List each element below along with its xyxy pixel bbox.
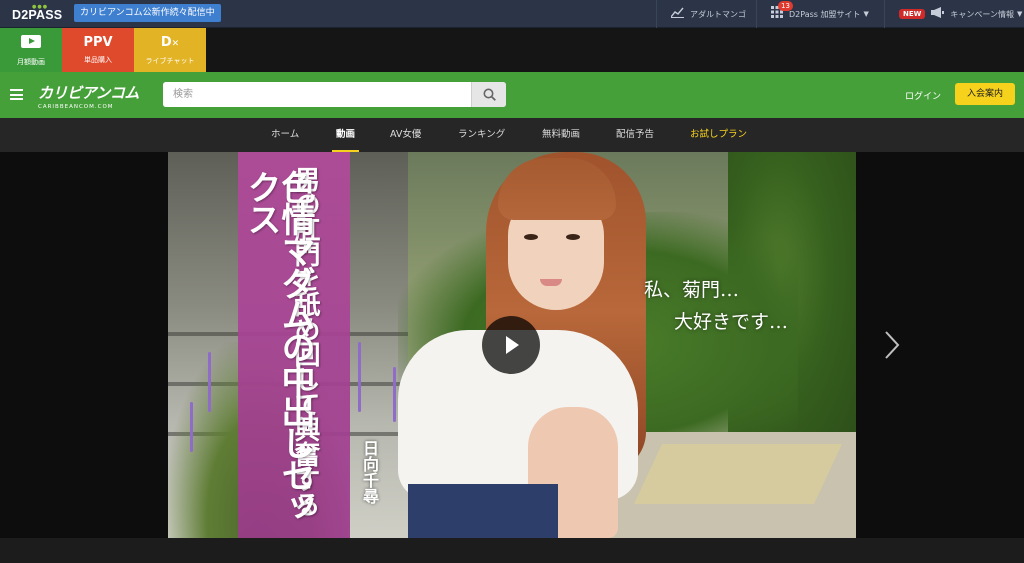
hero-title-line2: 色情マダムの中出しセックス (241, 170, 315, 522)
tile-label: ライブチャット (145, 57, 195, 65)
tile-monthly-videos[interactable]: 月額動画 (0, 28, 62, 72)
play-button[interactable] (482, 316, 540, 374)
category-tiles: 月額動画 PPV 単品購入 D✕ ライブチャット (0, 28, 1024, 72)
search-button[interactable] (471, 82, 506, 107)
tile-label: 単品購入 (84, 56, 112, 64)
next-slide-button[interactable] (880, 328, 902, 362)
tab-videos[interactable]: 動画 (331, 118, 360, 152)
adult-mango-label: アダルトマンゴ (690, 9, 746, 19)
notification-badge: 13 (778, 1, 793, 11)
new-tag: NEW (899, 9, 926, 19)
hero-side-caption: 私、菊門… 大好きです… (644, 279, 789, 334)
tab-free-videos[interactable]: 無料動画 (542, 118, 580, 152)
grid-icon: 13 (771, 1, 793, 22)
tile-live-chat[interactable]: D✕ ライブチャット (134, 28, 206, 72)
brand-domain: CARIBBEANCOM.COM (38, 104, 114, 110)
main-nav: ホーム 動画 AV女優 ランキング 無料動画 配信予告 お試しプラン (0, 118, 1024, 152)
menu-icon[interactable] (10, 89, 23, 100)
d2pass-logo[interactable]: ●●● D2PASS (12, 4, 64, 24)
hero-banner[interactable]: 男の肛門を舐め回して興奮する 色情マダムの中出しセックス 日向千尋 私、菊門… … (168, 152, 856, 538)
login-link[interactable]: ログイン (905, 89, 941, 102)
megaphone-icon (931, 6, 945, 22)
content-strip (0, 538, 1024, 563)
search-box (163, 82, 506, 107)
tile-ppv[interactable]: PPV 単品購入 (62, 28, 134, 72)
tab-trial-plan[interactable]: お試しプラン (690, 118, 747, 152)
search-input[interactable] (163, 82, 471, 107)
play-icon (0, 35, 62, 53)
tile-label: 月額動画 (17, 58, 45, 66)
chevron-down-icon: ▼ (1016, 10, 1023, 18)
tab-upcoming[interactable]: 配信予告 (616, 118, 654, 152)
search-icon (483, 88, 496, 101)
tab-av-actresses[interactable]: AV女優 (390, 118, 421, 152)
actress-name: 日向千尋 (360, 440, 379, 504)
chart-icon (670, 7, 684, 22)
join-button[interactable]: 入会案内 (955, 83, 1015, 105)
d2pass-member-sites-menu[interactable]: 13 D2Pass 加盟サイト ▼ (756, 0, 884, 28)
campaign-label: キャンペーン情報 (950, 9, 1014, 19)
tile-title: PPV (83, 35, 113, 50)
site-logo[interactable]: カリビアンコム CARIBBEANCOM.COM (38, 82, 139, 110)
member-sites-label: D2Pass 加盟サイト (789, 9, 861, 19)
tab-home[interactable]: ホーム (271, 118, 299, 152)
chevron-right-icon (885, 331, 900, 359)
live-chat-icon: D✕ (160, 35, 180, 50)
brand-name: カリビアンコム (38, 84, 139, 102)
site-header: カリビアンコム CARIBBEANCOM.COM (0, 72, 1024, 118)
adult-mango-link[interactable]: アダルトマンゴ (656, 0, 756, 28)
top-utility-bar: ●●● D2PASS カリビアンコム公新作続々配信中 アダルトマンゴ 13 D2… (0, 0, 1024, 28)
tab-ranking[interactable]: ランキング (458, 118, 505, 152)
campaign-info-menu[interactable]: NEW キャンペーン情報 ▼ (884, 0, 1024, 28)
new-release-notice[interactable]: カリビアンコム公新作続々配信中 (74, 4, 221, 22)
chevron-down-icon: ▼ (863, 10, 869, 18)
